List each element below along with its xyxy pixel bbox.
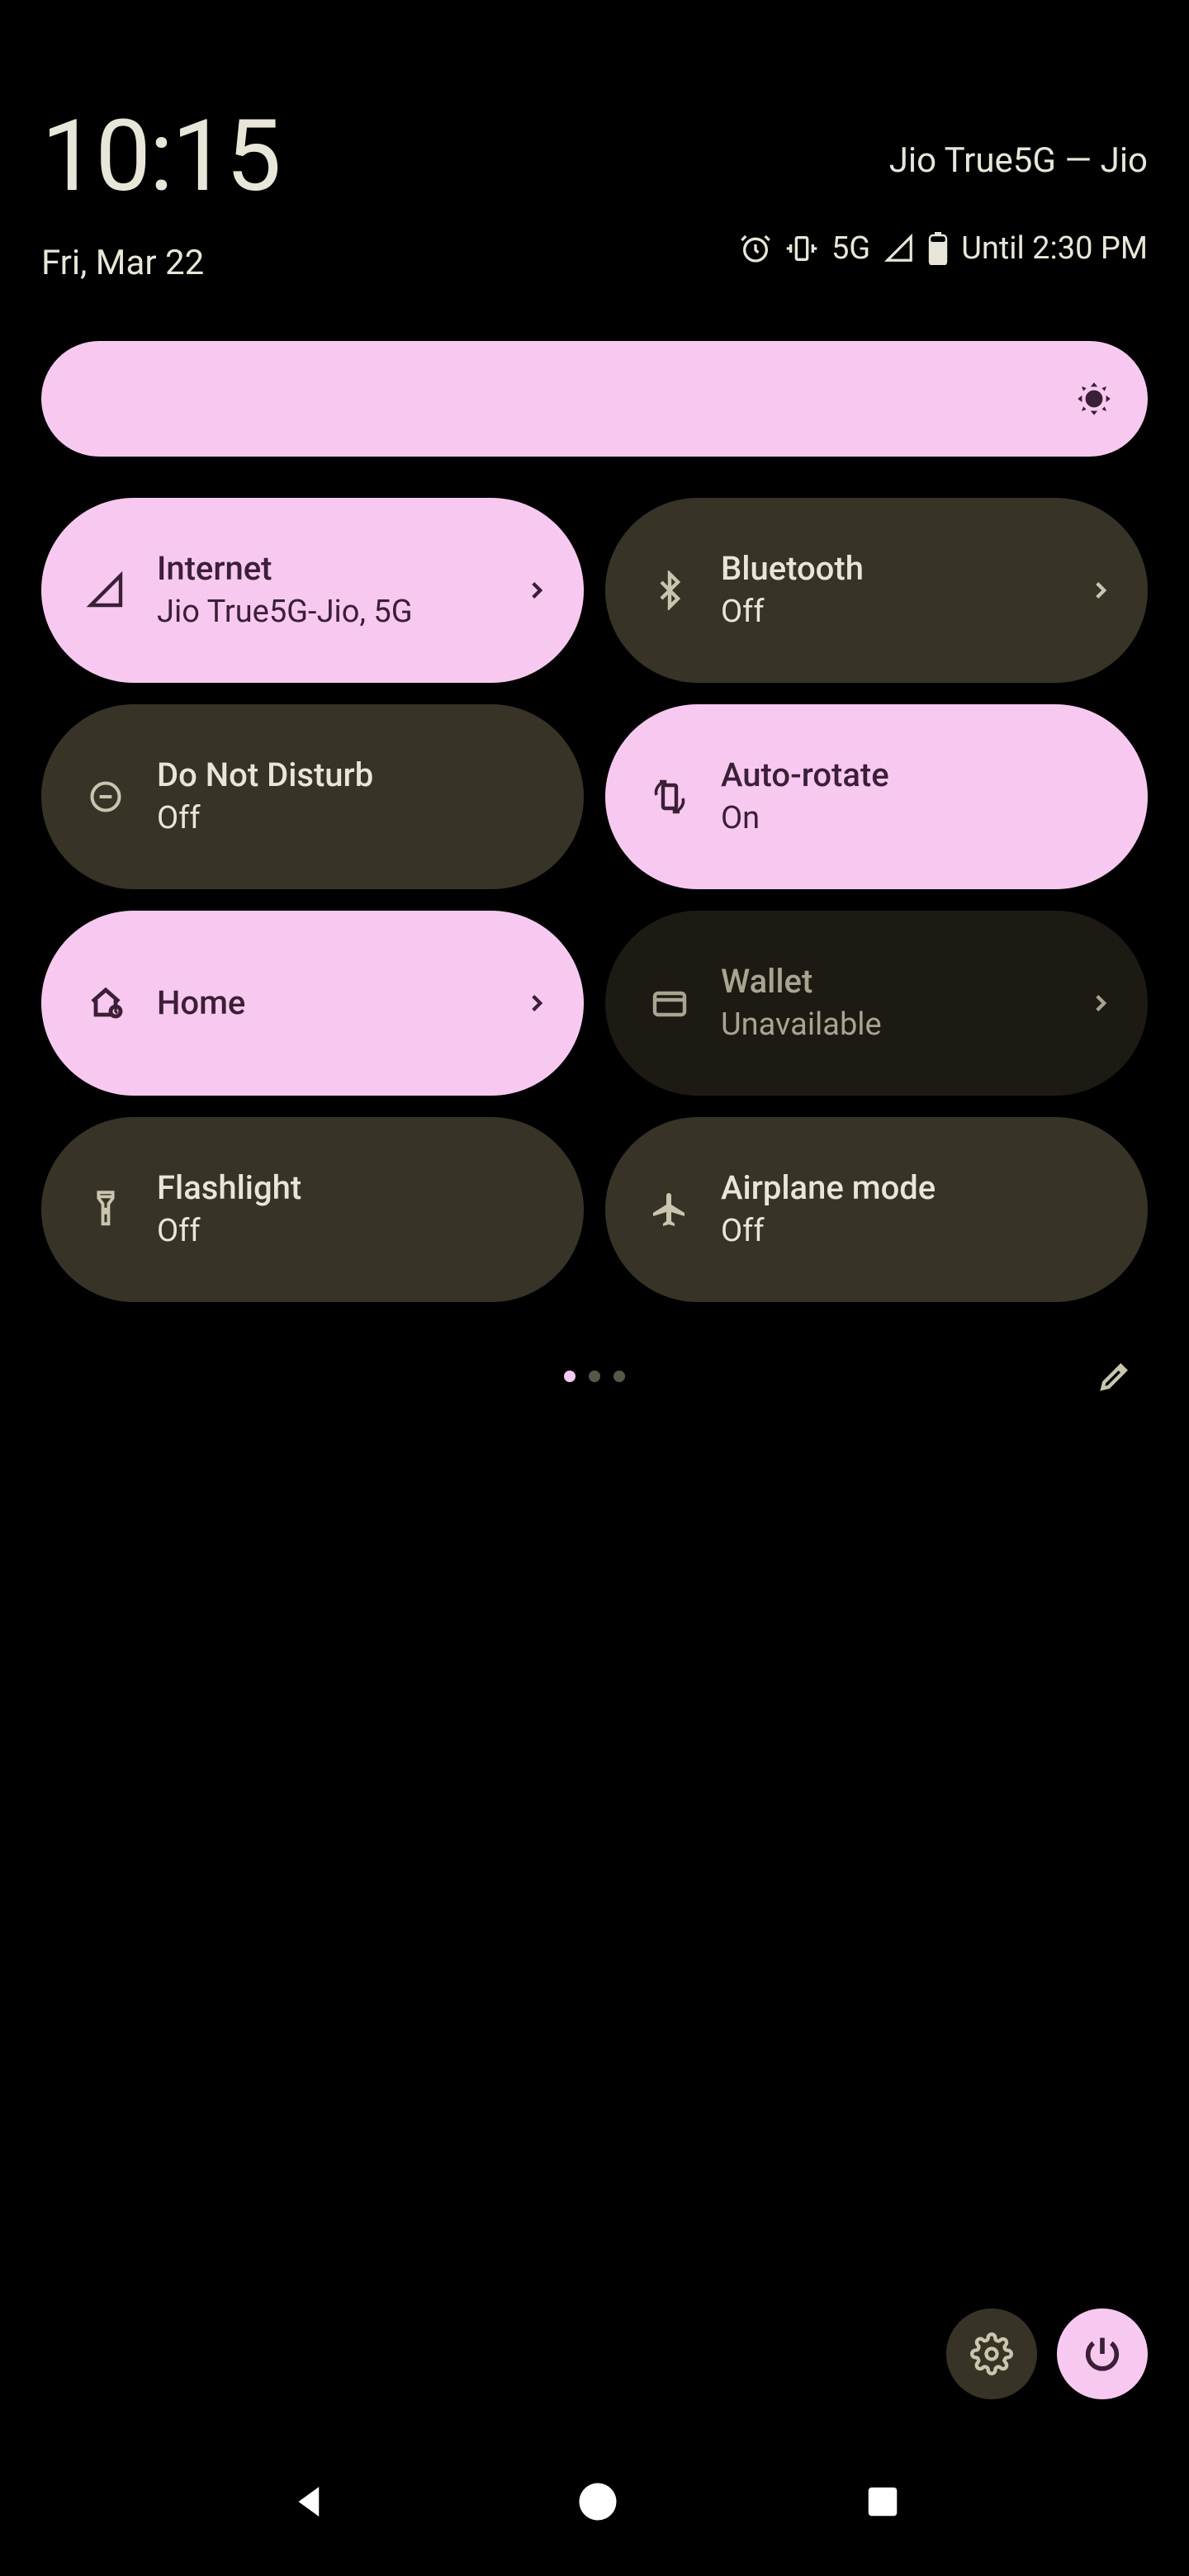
brightness-icon bbox=[1073, 378, 1115, 419]
pencil-icon bbox=[1097, 1358, 1133, 1395]
tile-dnd[interactable]: Do Not Disturb Off bbox=[41, 704, 584, 889]
tile-text: Bluetooth Off bbox=[721, 549, 1087, 632]
tile-bluetooth[interactable]: Bluetooth Off bbox=[605, 498, 1148, 683]
gear-icon bbox=[970, 2332, 1013, 2375]
status-icons: 5G Until 2:30 PM bbox=[739, 230, 1148, 267]
nav-recents-button[interactable] bbox=[864, 2483, 902, 2521]
power-button[interactable] bbox=[1057, 2308, 1148, 2399]
tile-title: Internet bbox=[157, 549, 523, 589]
dnd-icon bbox=[83, 774, 129, 820]
autorotate-icon bbox=[647, 774, 693, 820]
nav-back-button[interactable] bbox=[287, 2479, 332, 2524]
back-triangle-icon bbox=[287, 2479, 332, 2524]
tile-title: Bluetooth bbox=[721, 549, 1087, 589]
brightness-slider[interactable] bbox=[41, 341, 1148, 457]
page-dot-3 bbox=[613, 1371, 625, 1382]
tile-airplane[interactable]: Airplane mode Off bbox=[605, 1117, 1148, 1302]
chevron-right-icon[interactable] bbox=[523, 989, 551, 1017]
tile-title: Do Not Disturb bbox=[157, 755, 551, 795]
tile-subtitle: Off bbox=[157, 1213, 551, 1251]
pager-row bbox=[41, 1352, 1148, 1401]
home-icon bbox=[83, 980, 129, 1026]
tile-internet[interactable]: Internet Jio True5G-Jio, 5G bbox=[41, 498, 584, 683]
navigation-bar bbox=[0, 2460, 1189, 2543]
nav-home-button[interactable] bbox=[576, 2479, 620, 2524]
recents-square-icon bbox=[864, 2483, 902, 2521]
page-dot-1 bbox=[564, 1371, 576, 1382]
carrier-label: Jio True5G — Jio bbox=[739, 140, 1148, 181]
tile-text: Internet Jio True5G-Jio, 5G bbox=[157, 549, 523, 632]
tile-title: Wallet bbox=[721, 962, 1087, 1002]
battery-until-text: Until 2:30 PM bbox=[961, 230, 1148, 267]
chevron-right-icon[interactable] bbox=[523, 576, 551, 604]
airplane-icon bbox=[647, 1186, 693, 1233]
header-left: 10:15 Fri, Mar 22 bbox=[41, 107, 280, 283]
tile-subtitle: Off bbox=[721, 1213, 1115, 1251]
flashlight-icon bbox=[83, 1186, 129, 1233]
tile-text: Flashlight Off bbox=[157, 1168, 551, 1251]
alarm-icon bbox=[739, 232, 772, 265]
tile-home[interactable]: Home bbox=[41, 911, 584, 1096]
tile-text: Wallet Unavailable bbox=[721, 962, 1087, 1044]
quick-settings-panel: 10:15 Fri, Mar 22 Jio True5G — Jio 5G bbox=[0, 0, 1189, 2576]
tile-text: Do Not Disturb Off bbox=[157, 755, 551, 838]
tile-subtitle: On bbox=[721, 800, 1115, 838]
qs-tiles-grid: Internet Jio True5G-Jio, 5G Bluetooth Of… bbox=[41, 498, 1148, 1302]
tile-title: Flashlight bbox=[157, 1168, 551, 1208]
chevron-right-icon[interactable] bbox=[1087, 989, 1115, 1017]
home-circle-icon bbox=[576, 2479, 620, 2524]
tile-subtitle: Jio True5G-Jio, 5G bbox=[157, 594, 523, 632]
power-icon bbox=[1081, 2332, 1124, 2375]
settings-button[interactable] bbox=[946, 2308, 1037, 2399]
header: 10:15 Fri, Mar 22 Jio True5G — Jio 5G bbox=[41, 0, 1148, 283]
signal-icon bbox=[883, 233, 915, 264]
wallet-icon bbox=[647, 980, 693, 1026]
footer-buttons bbox=[946, 2308, 1148, 2399]
signal-icon bbox=[83, 567, 129, 613]
network-type: 5G bbox=[831, 230, 870, 267]
edit-tiles-button[interactable] bbox=[1090, 1352, 1139, 1401]
chevron-right-icon[interactable] bbox=[1087, 576, 1115, 604]
vibrate-icon bbox=[785, 232, 818, 265]
page-indicator bbox=[564, 1371, 625, 1382]
tile-subtitle: Unavailable bbox=[721, 1006, 1087, 1044]
tile-text: Home bbox=[157, 983, 523, 1023]
tile-subtitle: Off bbox=[157, 800, 551, 838]
tile-text: Auto-rotate On bbox=[721, 755, 1115, 838]
date: Fri, Mar 22 bbox=[41, 243, 280, 283]
tile-subtitle: Off bbox=[721, 594, 1087, 632]
page-dot-2 bbox=[589, 1371, 600, 1382]
tile-title: Airplane mode bbox=[721, 1168, 1115, 1208]
tile-flashlight[interactable]: Flashlight Off bbox=[41, 1117, 584, 1302]
tile-autorotate[interactable]: Auto-rotate On bbox=[605, 704, 1148, 889]
battery-icon bbox=[928, 232, 948, 265]
tile-title: Home bbox=[157, 983, 523, 1023]
tile-title: Auto-rotate bbox=[721, 755, 1115, 795]
tile-wallet[interactable]: Wallet Unavailable bbox=[605, 911, 1148, 1096]
tile-text: Airplane mode Off bbox=[721, 1168, 1115, 1251]
bluetooth-icon bbox=[647, 567, 693, 613]
clock: 10:15 bbox=[41, 107, 280, 206]
header-right: Jio True5G — Jio 5G bbox=[739, 107, 1148, 267]
